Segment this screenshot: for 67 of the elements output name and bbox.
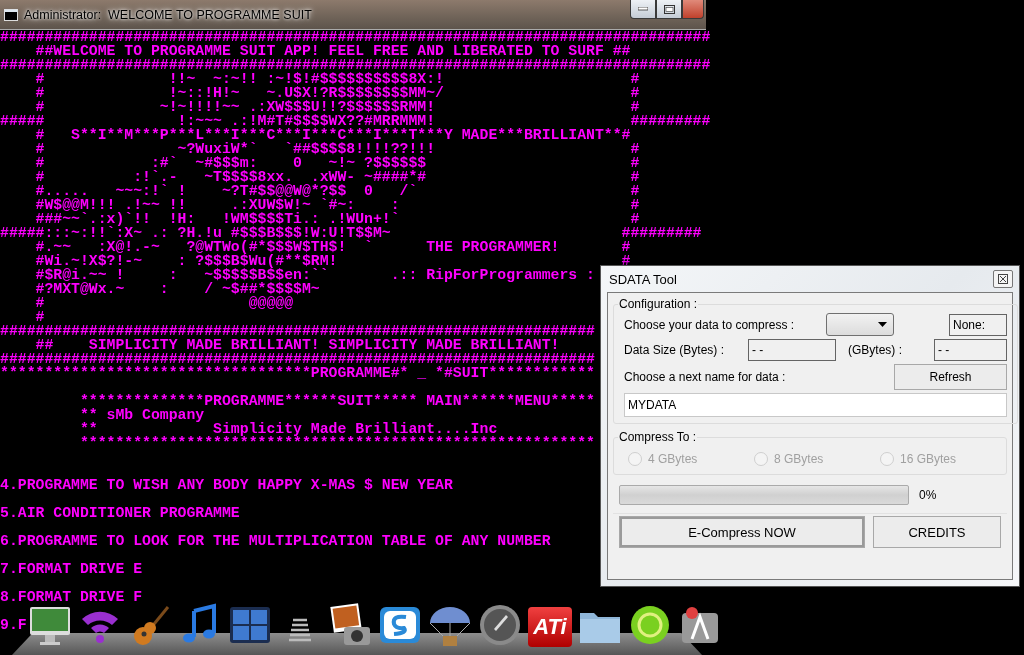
console-line: 4.PROGRAMME TO WISH ANY BODY HAPPY X-MAS $ NEW YEAR <box>0 478 453 492</box>
console-line: ** sMb Company <box>78 408 205 422</box>
field-label: Choose your data to compress : <box>624 317 796 332</box>
console-line: ** Simplicity Made Brilliant....Inc <box>78 422 498 436</box>
console-line: ##### !:~~~ .:!M#T#$$$$WX??#MRRMMM! ######### <box>0 114 711 128</box>
minimize-icon <box>638 7 648 11</box>
radio-label: 4 GBytes <box>648 452 698 466</box>
console-line: # !!~ ~:~!! :~!$!#$$$$$$$$$$8X:! # <box>34 72 640 86</box>
maximize-button[interactable] <box>656 0 682 19</box>
console-line: #?MXT@Wx.~ : / ~$##*$$$$M~ <box>34 282 320 296</box>
console-line: 8.FORMAT DRIVE F <box>0 590 143 604</box>
console-line: ################################################################################ <box>0 30 711 44</box>
minimize-button[interactable] <box>630 0 656 19</box>
console-line: 5.AIR CONDITIONER PROGRAMME <box>0 506 240 520</box>
status-box: None: <box>949 313 1007 336</box>
console-line: ###~~`.:x)`!! !H: !WM$$$$Ti.: .!WUn+!` # <box>35 212 640 226</box>
close-button[interactable] <box>682 0 704 19</box>
console-line: ################################################################### <box>0 324 595 338</box>
progress-reading: 0% <box>919 488 937 502</box>
maximize-icon <box>663 4 675 14</box>
gbytes-field: - - <box>934 339 1007 361</box>
console-line: # @@@@@ <box>34 296 294 310</box>
console-line: # :#` ~#$$$m: 0 ~!~ ?$$$$$$ # <box>34 156 640 170</box>
logo-tile[interactable]: ATi <box>528 607 572 647</box>
console-line: #.~~ :X@!.-~ ?@WTWo(#*$$$W$TH$! ` THE PROGRAMMER! # <box>34 240 631 254</box>
close-button[interactable] <box>993 270 1013 288</box>
console-line: #W$@@M!!! .!~~ !! .:XUW$W!~ `#~: : # <box>34 198 640 212</box>
console-line: #Wi.~!X$?!-~ : ?$$$B$Wu(#**$RM! # <box>34 254 631 268</box>
caret-icon <box>878 322 887 327</box>
name-input-field[interactable]: MYDATA <box>624 393 1007 417</box>
sphere-icon[interactable] <box>628 603 672 647</box>
field-label: (GBytes) : <box>848 343 903 357</box>
console-line: 9.F <box>0 618 27 632</box>
console-line: # S**I**M***P***L***I***C***I***C***I***T***Y MADE***BRILLIANT**# <box>34 128 631 142</box>
field-label: Data Size (Bytes) : <box>624 343 726 357</box>
refresh-button[interactable]: Refresh <box>894 364 1007 390</box>
console-icon <box>4 7 18 22</box>
console-line: ********************************************************** <box>78 436 595 450</box>
bytes-field: - - <box>748 339 836 361</box>
console-line: ## SIMPLICITY MADE BRILLIANT! SIMPLICITY MADE BRILLIANT! <box>34 338 560 352</box>
radio-label: 16 GBytes <box>900 452 957 466</box>
console-line: 6.PROGRAMME TO LOOK FOR THE MULTIPLICATION TABLE OF ANY NUMBER <box>0 534 551 548</box>
group-legend: Compress To : <box>618 430 698 444</box>
console-line: **************PROGRAMME******SUIT***** MAIN******MENU***** <box>78 394 595 408</box>
radio-label: 8 GBytes <box>774 452 824 466</box>
dialog-title: SDATA Tool <box>609 271 677 287</box>
console-line: ##WELCOME TO PROGRAMME SUIT APP! FEEL FREE AND LIBERATED TO SURF ## <box>34 44 631 58</box>
console-line: 7.FORMAT DRIVE E <box>0 562 143 576</box>
compress-button[interactable]: E-Compress NOW <box>619 516 865 548</box>
window-title: Administrator: WELCOME TO PROGRAMME SUIT <box>24 7 313 22</box>
console-line: ***********************************PROGRAMME#* _ *#SUIT************ <box>0 366 595 380</box>
console-line: # ~?WuxiW*` `##$$$$8!!!!??!!! # <box>34 142 640 156</box>
group-legend: Configuration : <box>618 297 699 311</box>
credits-button[interactable]: CREDITS <box>873 516 1001 548</box>
console-line: ################################################################################ <box>0 58 711 72</box>
console-line: ################################################################### <box>0 352 595 366</box>
console-line: #..... ~~~:!` ! ~?T#$$@@W@*?$$ 0 /` # <box>34 184 640 198</box>
console-line: # :!`.- ~T$$$$8xx. .xWW- ~####*# # <box>34 170 640 184</box>
console-line: #$R@i.~~ ! : ~$$$$$B$$en:`` .:: RipForProgrammers : <box>34 268 595 282</box>
field-label: Choose a next name for data : <box>624 370 787 384</box>
close-icon <box>998 274 1008 284</box>
console-line: # <box>34 310 45 324</box>
console-line: # !~::!H!~ ~.U$X!?R$$$$$$$$MM~/ # <box>34 86 640 100</box>
console-line: # ~!~!!!!~~ .:XW$$$U!!?$$$$$$RMM! # <box>34 100 640 114</box>
console-line: #####:::~:!!`:X~ .: ?H.!u #$$$B$$$!W:U!T$$M~ ######### <box>0 226 702 240</box>
data-dropdown[interactable] <box>826 313 894 336</box>
photo-camera-icon[interactable] <box>328 603 372 647</box>
